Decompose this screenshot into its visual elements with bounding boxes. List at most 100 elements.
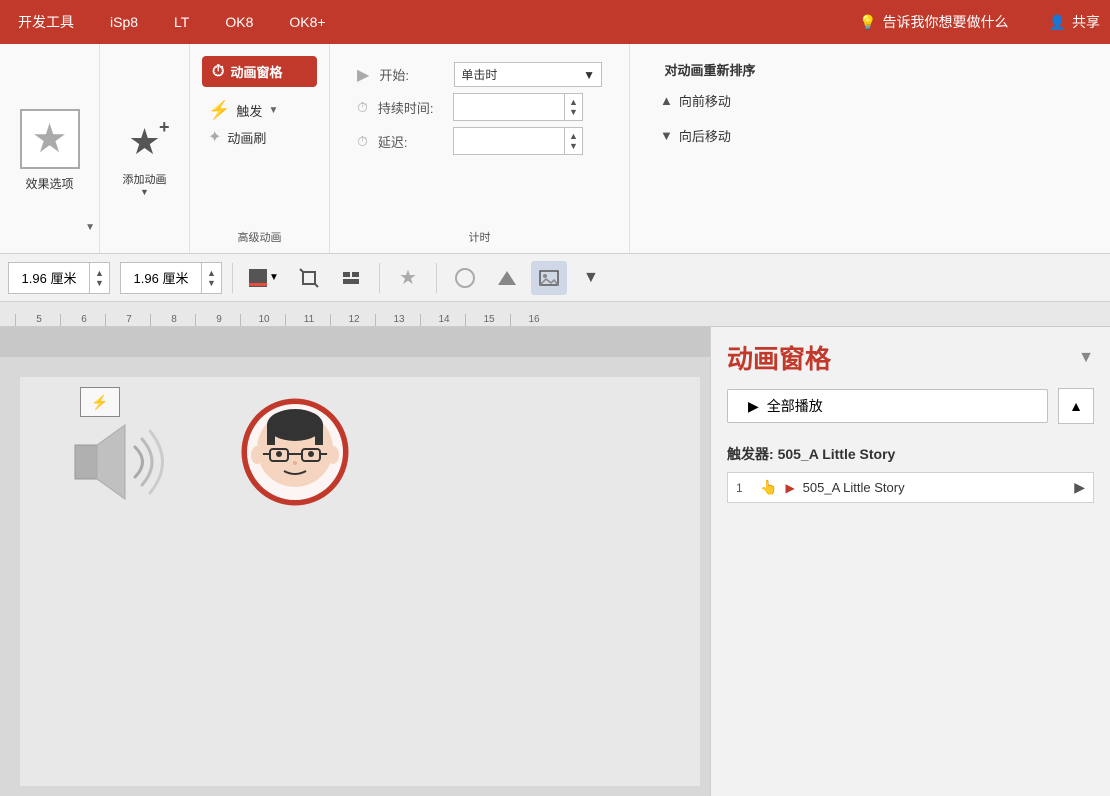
flash-icon-box[interactable]: ⚡ xyxy=(80,387,120,417)
delay-clock-icon: ⏱ xyxy=(357,133,368,150)
height-spin[interactable]: ▲▼ xyxy=(201,263,221,293)
effect-options-button[interactable]: ★ 效果选项 xyxy=(10,81,90,221)
ruler-tick-12: 12 xyxy=(330,314,375,326)
clock-icon: ⏱ xyxy=(212,63,224,81)
duration-clock-icon: ⏱ xyxy=(357,99,368,116)
timing-section-label: 计时 xyxy=(469,232,491,244)
anim-pane-title: 动画窗格 xyxy=(727,339,831,376)
play-icon-pane: ▶ xyxy=(748,398,759,415)
lightning-icon: ⚡ xyxy=(208,100,230,121)
pane-up-icon: ▲ xyxy=(1069,398,1083,414)
up-arrow-icon: ▲ xyxy=(660,93,673,108)
avatar-svg xyxy=(240,397,350,507)
anim-pane-close-button[interactable]: ▼ xyxy=(1078,349,1094,367)
anim-trigger-section: 触发器: 505_A Little Story 1 👆 ▶ 505_A Litt… xyxy=(711,436,1110,515)
user-icon: 👤 xyxy=(1049,14,1066,31)
add-animation-label: 添加动画 xyxy=(123,171,167,187)
start-dropdown-arrow: ▼ xyxy=(583,68,595,82)
avatar-illustration xyxy=(240,397,350,512)
effect-options-expand[interactable]: ▼ xyxy=(85,222,95,233)
ruler-tick-13: 13 xyxy=(375,314,420,326)
flash-icon: ⚡ xyxy=(91,394,108,411)
animation-brush-button[interactable]: ✦ 动画刷 xyxy=(202,124,317,150)
anim-play-icon: ▶ xyxy=(785,481,794,495)
image-button[interactable] xyxy=(531,261,567,295)
trigger-prefix: 触发器: xyxy=(727,446,778,462)
star-icon: ★ xyxy=(32,116,68,162)
animation-brush-label: 动画刷 xyxy=(227,128,266,147)
align-button[interactable] xyxy=(333,261,369,295)
circle-button[interactable] xyxy=(447,261,483,295)
width-spin[interactable]: ▲▼ xyxy=(89,263,109,293)
ruler-tick-14: 14 xyxy=(420,314,465,326)
menu-ok8plus[interactable]: OK8+ xyxy=(281,10,333,34)
anim-list-item[interactable]: 1 👆 ▶ 505_A Little Story ▶ xyxy=(727,472,1094,503)
star-toolbar-button[interactable]: ★ xyxy=(390,261,426,295)
animation-pane-button[interactable]: ⏱ 动画窗格 xyxy=(202,56,317,87)
duration-spin[interactable]: ▲▼ xyxy=(564,94,582,120)
ruler-tick-15: 15 xyxy=(465,314,510,326)
start-row: ▶ 开始: 单击时 ▼ xyxy=(357,62,602,87)
sound-illustration xyxy=(70,417,180,512)
trigger-label: 触发 xyxy=(236,101,262,120)
duration-input[interactable] xyxy=(454,100,564,115)
height-input-group: ▲▼ xyxy=(120,262,222,294)
crop-button[interactable] xyxy=(291,261,327,295)
menu-lt[interactable]: LT xyxy=(166,10,197,34)
add-anim-plus-icon: + xyxy=(159,117,170,138)
fill-color-dropdown[interactable]: ▼ xyxy=(243,261,285,295)
effect-options-section: ★ 效果选项 ▼ xyxy=(0,44,100,253)
menu-isp8[interactable]: iSp8 xyxy=(102,10,146,34)
play-icon: ▶ xyxy=(357,65,369,85)
trigger-info-label: 触发器: 505_A Little Story xyxy=(727,444,1094,464)
duration-input-group: ▲▼ xyxy=(453,93,583,121)
more-button[interactable]: ▼ xyxy=(573,261,609,295)
menu-devtools[interactable]: 开发工具 xyxy=(10,8,82,36)
search-text[interactable]: 告诉我你想要做什么 xyxy=(883,12,1009,32)
menu-share[interactable]: 👤 共享 xyxy=(1049,12,1100,32)
effect-options-label: 效果选项 xyxy=(25,175,73,192)
delay-row: ⏱ 延迟: ▲▼ xyxy=(357,127,602,155)
height-input[interactable] xyxy=(121,270,201,285)
move-back-label: 向后移动 xyxy=(679,126,731,145)
menu-search[interactable]: 💡 告诉我你想要做什么 xyxy=(859,12,1008,32)
trigger-name-text: 505_A Little Story xyxy=(778,446,896,462)
add-anim-dropdown[interactable]: ▼ xyxy=(140,187,149,197)
advanced-animation-section-label: 高级动画 xyxy=(238,232,282,244)
ribbon: ★ 效果选项 ▼ ★ + 添加动画 ▼ ⏱ 动画窗格 ⚡ 触发 ▼ xyxy=(0,44,1110,254)
add-animation-button[interactable]: ★ + 添加动画 ▼ xyxy=(110,101,180,201)
hand-icon: 👆 xyxy=(760,479,777,496)
start-label: 开始: xyxy=(379,65,444,84)
ruler-tick-9: 9 xyxy=(195,314,240,326)
pane-up-button[interactable]: ▲ xyxy=(1058,388,1094,424)
move-back-button[interactable]: ▼ 向后移动 xyxy=(652,122,768,149)
menu-ok8[interactable]: OK8 xyxy=(217,10,261,34)
timing-section: ▶ 开始: 单击时 ▼ ⏱ 持续时间: ▲▼ ⏱ 延迟: xyxy=(330,44,630,253)
move-forward-label: 向前移动 xyxy=(679,91,731,110)
delay-label: 延迟: xyxy=(378,132,443,151)
trigger-button[interactable]: ⚡ 触发 ▼ xyxy=(202,97,317,124)
anim-item-expand[interactable]: ▶ xyxy=(1074,479,1085,496)
delay-input-group: ▲▼ xyxy=(453,127,583,155)
width-input[interactable] xyxy=(9,270,89,285)
ruler-tick-16: 16 xyxy=(510,314,555,326)
duration-label: 持续时间: xyxy=(378,98,443,117)
slide-area[interactable]: ⚡ xyxy=(0,327,710,796)
mountain-button[interactable] xyxy=(489,261,525,295)
move-forward-button[interactable]: ▲ 向前移动 xyxy=(652,87,768,114)
ruler-tick-11: 11 xyxy=(285,314,330,326)
delay-spin[interactable]: ▲▼ xyxy=(564,128,582,154)
brush-star-icon: ✦ xyxy=(208,127,221,147)
fill-color-icon xyxy=(249,269,267,287)
toolbar-separator-3 xyxy=(436,263,437,293)
ruler-tick-5: 5 xyxy=(15,314,60,326)
trigger-dropdown[interactable]: ▼ xyxy=(268,105,278,116)
effect-options-icon: ★ xyxy=(20,109,80,169)
share-text[interactable]: 共享 xyxy=(1072,12,1100,32)
start-dropdown[interactable]: 单击时 ▼ xyxy=(454,62,602,87)
anim-item-name-text: 505_A Little Story xyxy=(803,480,1067,495)
reorder-section: 对动画重新排序 ▲ 向前移动 ▼ 向后移动 xyxy=(630,44,790,253)
play-all-button[interactable]: ▶ 全部播放 xyxy=(727,389,1048,423)
delay-input[interactable] xyxy=(454,134,564,149)
ruler-tick-6: 6 xyxy=(60,314,105,326)
